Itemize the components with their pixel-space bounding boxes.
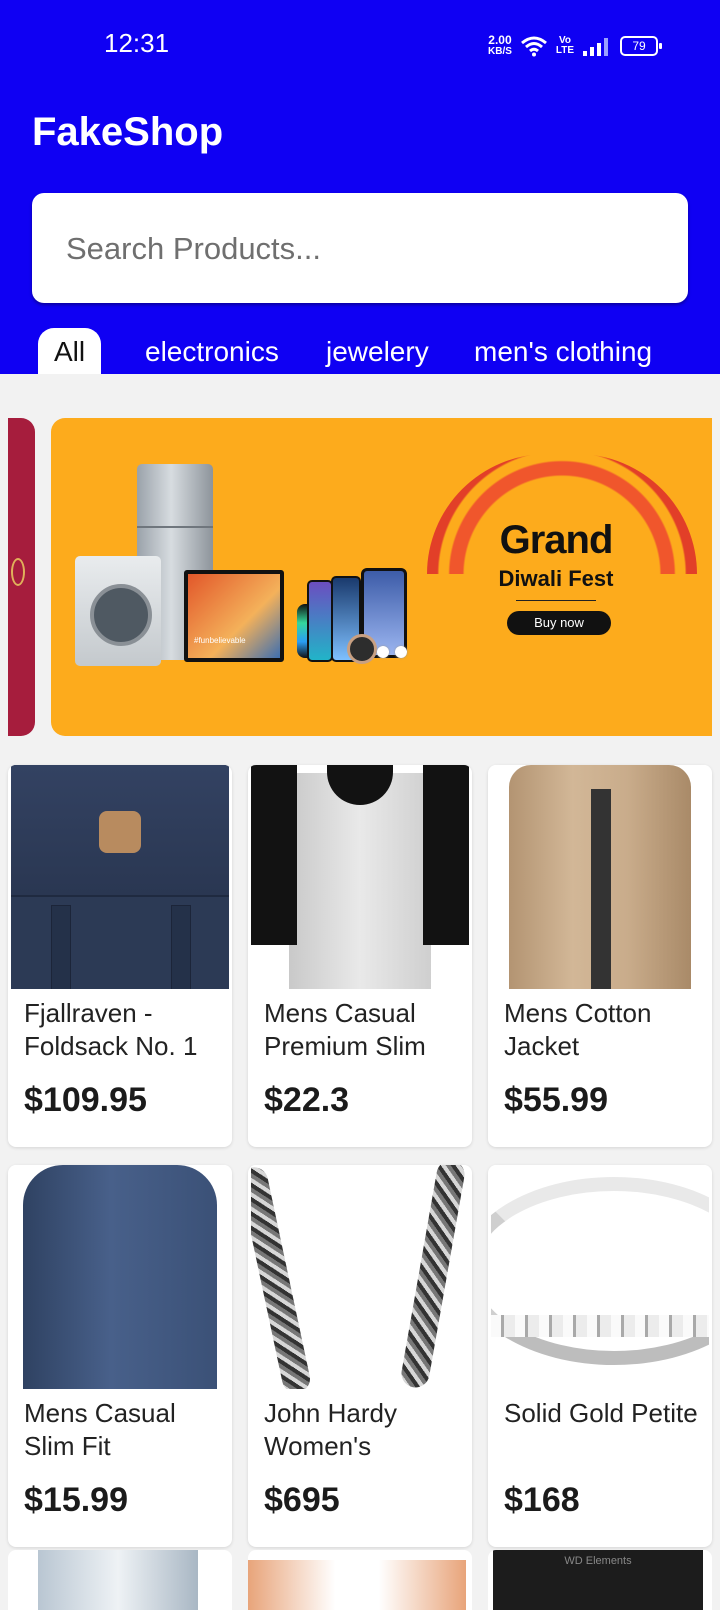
buy-now-button[interactable]: Buy now: [507, 611, 611, 635]
status-indicators: 2.00 KB/S Vo LTE 79: [488, 30, 663, 62]
television-image: #funbelievable: [184, 570, 284, 662]
phone-image: [307, 580, 333, 662]
product-image-tshirt: [251, 765, 469, 989]
jacket-opening: [591, 789, 611, 989]
wifi-icon: [520, 36, 547, 57]
network-speed-value: 2.00: [488, 33, 512, 47]
product-image-ring: [491, 1165, 709, 1389]
product-price: $109.95: [24, 1081, 147, 1119]
product-title: Mens Casual Slim Fit: [24, 1398, 176, 1461]
tab-jewelery[interactable]: jewelery: [326, 328, 429, 374]
product-card-partial[interactable]: WD Elements: [488, 1550, 712, 1610]
banner-divider: [516, 600, 596, 601]
product-image-jacket: [491, 765, 709, 989]
shirt-body: [23, 1165, 217, 1389]
network-speed-unit: KB/S: [488, 46, 512, 57]
tab-mens-clothing[interactable]: men's clothing: [474, 328, 652, 374]
product-title: Mens Casual Premium Slim: [264, 998, 426, 1061]
product-title: Fjallraven - Foldsack No. 1: [24, 998, 198, 1061]
banner-headline: Grand: [499, 518, 614, 562]
status-bar: 12:31 2.00 KB/S Vo LTE 79: [0, 0, 720, 90]
bracelet-chain: [399, 1165, 467, 1389]
search-input[interactable]: [64, 193, 668, 305]
brand-logo: [99, 811, 141, 853]
product-image-longsleeve: [11, 1165, 229, 1389]
bag-strap: [51, 905, 71, 989]
signal-icon: [583, 38, 609, 56]
promo-banner[interactable]: #funbelievable Grand Diwali Fest Buy now: [51, 418, 712, 736]
product-price: $15.99: [24, 1481, 128, 1519]
product-price: $168: [504, 1481, 580, 1519]
product-title: Mens Cotton Jacket: [504, 998, 652, 1061]
shirt-body: [289, 773, 431, 989]
network-speed: 2.00 KB/S: [488, 33, 512, 57]
tv-caption: #funbelievable: [194, 636, 246, 645]
product-price: $695: [264, 1481, 340, 1519]
battery-indicator: 79: [620, 36, 663, 56]
shirt-sleeve: [251, 765, 297, 945]
product-image-partial: WD Elements: [493, 1550, 703, 1610]
app-title: FakeShop: [32, 110, 224, 154]
product-title: John Hardy Women's: [264, 1398, 397, 1461]
product-title: Solid Gold Petite: [504, 1398, 698, 1428]
search-box[interactable]: [32, 193, 688, 305]
bag-strap: [171, 905, 191, 989]
product-image-backpack: [11, 765, 229, 989]
banner-subheadline: Diwali Fest: [498, 566, 614, 591]
product-card-partial[interactable]: [248, 1550, 472, 1610]
product-price: $55.99: [504, 1081, 608, 1119]
shirt-sleeve: [423, 765, 469, 945]
product-card[interactable]: John Hardy Women's $695: [248, 1165, 472, 1547]
product-card[interactable]: Mens Casual Premium Slim $22.3: [248, 765, 472, 1147]
app-header: 12:31 2.00 KB/S Vo LTE 79 FakeShop Searc…: [0, 0, 720, 374]
washing-machine-image: [75, 556, 161, 666]
product-image-partial: [38, 1550, 198, 1610]
product-card[interactable]: Mens Cotton Jacket $55.99: [488, 765, 712, 1147]
bracelet-chain: [251, 1165, 313, 1389]
product-price: $22.3: [264, 1081, 350, 1119]
volte-indicator: Vo LTE: [556, 36, 574, 56]
status-time: 12:31: [104, 28, 170, 58]
earbuds-image: [377, 646, 407, 660]
volte-bottom: LTE: [555, 45, 575, 56]
smartwatch-image: [347, 634, 377, 664]
category-tabs: All electronics jewelery men's clothing: [0, 328, 720, 374]
product-card-partial[interactable]: [8, 1550, 232, 1610]
previous-banner-slide[interactable]: [8, 418, 35, 736]
ring-stones: [491, 1315, 709, 1337]
product-image-partial: [248, 1560, 466, 1610]
product-card[interactable]: Fjallraven - Foldsack No. 1 $109.95: [8, 765, 232, 1147]
main-content: #funbelievable Grand Diwali Fest Buy now…: [0, 374, 720, 1600]
product-card[interactable]: Solid Gold Petite $168: [488, 1165, 712, 1547]
tab-electronics[interactable]: electronics: [145, 328, 279, 374]
product-card[interactable]: Mens Casual Slim Fit $15.99: [8, 1165, 232, 1547]
product-image-bracelet: [251, 1165, 469, 1389]
tab-all[interactable]: All: [38, 328, 102, 374]
